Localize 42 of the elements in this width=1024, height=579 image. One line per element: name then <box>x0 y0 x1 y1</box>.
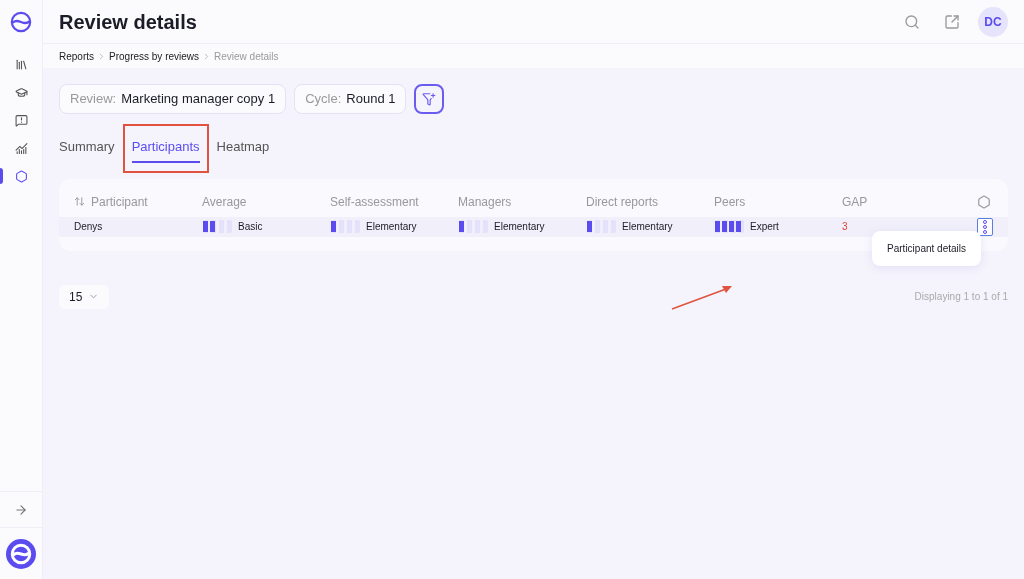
education-icon <box>14 85 28 99</box>
column-header: Managers <box>458 193 512 211</box>
rating-label: Basic <box>238 220 263 234</box>
rating-label: Expert <box>750 220 779 234</box>
more-button[interactable] <box>977 217 993 236</box>
gap-value: 3 <box>842 221 848 232</box>
column-header: Peers <box>714 193 746 211</box>
filter-chip[interactable]: Cycle: Round 1 <box>294 84 407 114</box>
tab[interactable]: Heatmap <box>216 137 270 163</box>
analytics-icon <box>14 141 28 155</box>
share-icon[interactable] <box>944 13 960 30</box>
search-icon[interactable] <box>904 13 920 30</box>
page-title: Review details <box>59 9 197 35</box>
user-avatar[interactable]: DC <box>978 6 1008 37</box>
library-icon <box>14 57 28 71</box>
settings-icon <box>14 169 28 183</box>
funnel-plus-icon <box>422 92 437 106</box>
menu-item[interactable]: Participant details <box>887 238 966 258</box>
breadcrumb-link[interactable]: Reports <box>59 48 94 64</box>
tab[interactable]: Summary <box>59 137 115 163</box>
participant-name: Denys <box>74 221 103 232</box>
feedback-icon <box>14 113 28 127</box>
rating-label: Elementary <box>494 220 545 234</box>
expand-icon[interactable] <box>14 502 28 517</box>
column-header: Direct reports <box>586 193 659 211</box>
page-size-select[interactable]: 15 <box>59 284 110 309</box>
rating-label: Elementary <box>622 220 673 234</box>
add-filter-button[interactable] <box>414 84 445 114</box>
sort-icon[interactable] <box>74 196 85 207</box>
results-count: Displaying 1 to 1 of 1 <box>914 290 1008 304</box>
filter-chip[interactable]: Review: Marketing manager copy 1 <box>59 84 287 114</box>
logo-icon <box>6 538 36 569</box>
chevron-icon <box>97 51 106 61</box>
column-header: Participant <box>91 193 148 211</box>
settings-icon[interactable] <box>977 194 991 209</box>
rating-label: Elementary <box>366 220 417 234</box>
breadcrumb-link[interactable]: Progress by reviews <box>109 48 200 64</box>
column-header: Self-assessment <box>330 193 419 211</box>
column-header: GAP <box>842 193 868 211</box>
logo-icon <box>10 11 32 33</box>
column-header: Average <box>202 193 247 211</box>
tab[interactable]: Participants <box>131 137 200 163</box>
